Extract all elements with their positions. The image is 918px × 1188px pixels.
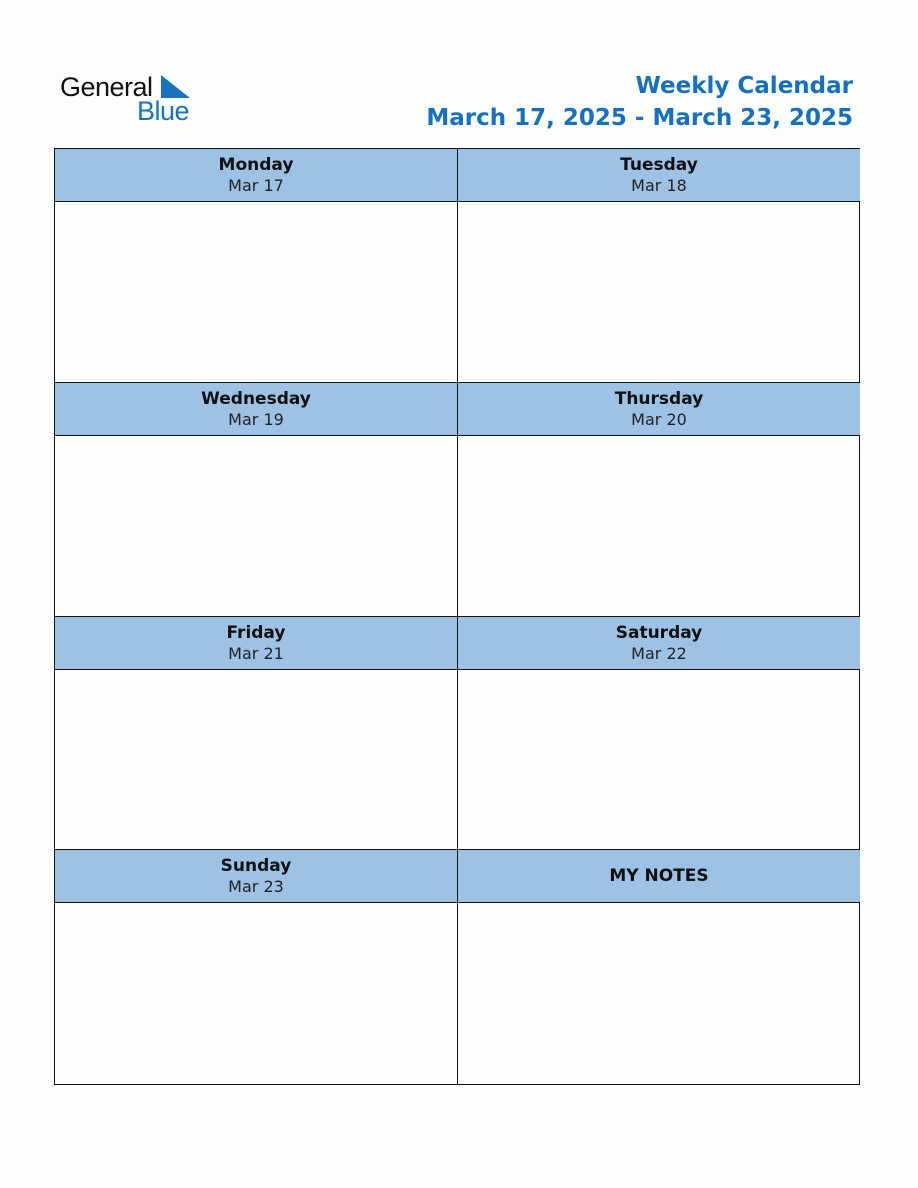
day-header: Tuesday Mar 18 (458, 149, 860, 202)
logo: General Blue (60, 70, 210, 130)
day-notes-area[interactable] (458, 202, 860, 382)
day-header: Friday Mar 21 (55, 616, 457, 670)
day-cell-tuesday: Tuesday Mar 18 (458, 149, 860, 383)
day-name: Saturday (615, 622, 703, 643)
day-notes-area[interactable] (55, 436, 457, 616)
logo-word-blue: Blue (137, 96, 190, 126)
day-name: Monday (218, 155, 294, 175)
day-notes-area[interactable] (458, 436, 860, 616)
day-cell-monday: Monday Mar 17 (55, 149, 458, 383)
date-range: March 17, 2025 - March 23, 2025 (426, 105, 853, 131)
day-notes-area[interactable] (55, 670, 457, 850)
day-date: Mar 21 (228, 643, 284, 663)
day-cell-saturday: Saturday Mar 22 (458, 616, 860, 851)
day-header: Sunday Mar 23 (55, 850, 457, 904)
day-header: Thursday Mar 20 (458, 382, 860, 436)
day-notes-area[interactable] (55, 903, 457, 1084)
day-cell-thursday: Thursday Mar 20 (458, 382, 860, 617)
day-name: Thursday (614, 388, 704, 409)
day-name: Sunday (220, 856, 292, 877)
day-header: Saturday Mar 22 (458, 616, 860, 670)
day-name: Tuesday (620, 155, 698, 175)
day-date: Mar 18 (631, 176, 687, 195)
day-date: Mar 19 (228, 409, 284, 429)
day-cell-friday: Friday Mar 21 (55, 616, 458, 851)
day-cell-wednesday: Wednesday Mar 19 (55, 382, 458, 617)
notes-header: MY NOTES (458, 850, 860, 904)
title-block: Weekly Calendar March 17, 2025 - March 2… (426, 70, 853, 134)
day-header: Wednesday Mar 19 (55, 382, 457, 436)
day-date: Mar 22 (631, 643, 687, 663)
day-header: Monday Mar 17 (55, 149, 457, 202)
day-notes-area[interactable] (55, 202, 457, 382)
day-date: Mar 20 (631, 409, 687, 429)
day-notes-area[interactable] (458, 670, 860, 850)
day-name: Friday (226, 622, 286, 643)
notes-cell: MY NOTES (458, 850, 860, 1084)
day-date: Mar 17 (228, 176, 284, 195)
page-title: Weekly Calendar (635, 73, 853, 99)
notes-area[interactable] (458, 903, 860, 1084)
day-date: Mar 23 (228, 877, 284, 897)
day-name: Wednesday (201, 388, 311, 409)
calendar-grid: Monday Mar 17 Tuesday Mar 18 Wednesday M… (54, 148, 860, 1085)
notes-label: MY NOTES (609, 866, 709, 887)
day-cell-sunday: Sunday Mar 23 (55, 850, 458, 1084)
